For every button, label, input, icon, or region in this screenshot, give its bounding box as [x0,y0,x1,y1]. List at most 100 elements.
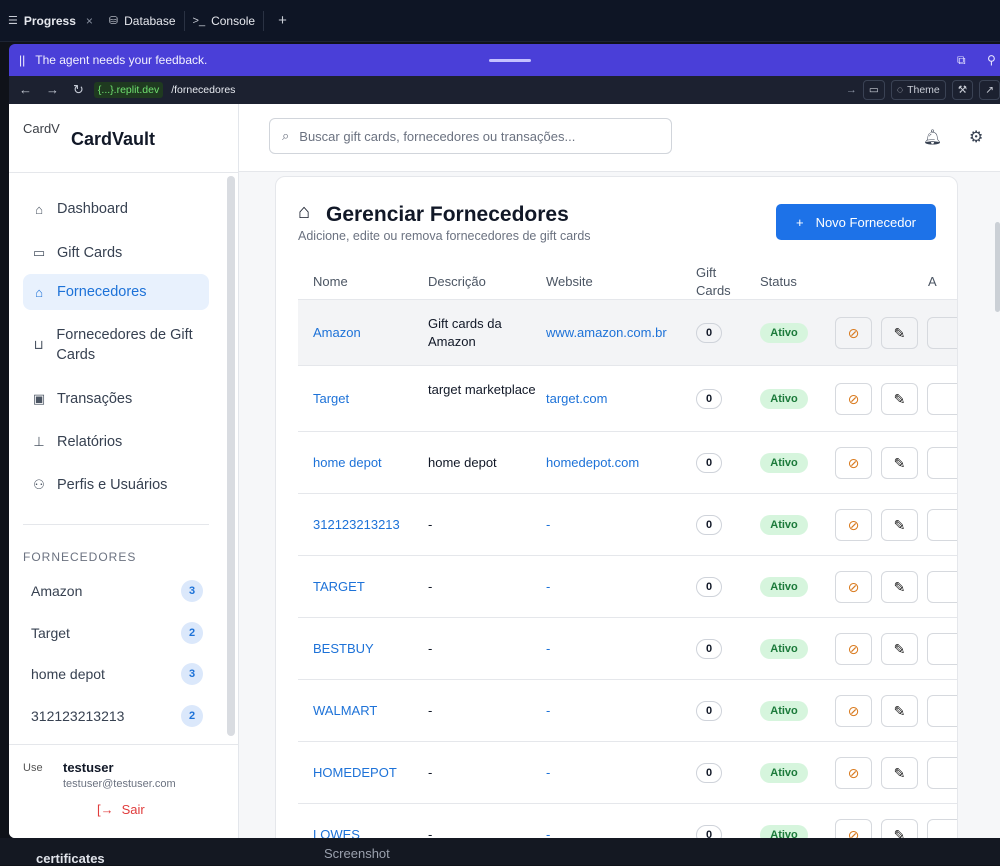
edit-button[interactable]: ✎ [881,317,918,349]
toggle-status-button[interactable]: ⊘ [835,571,872,603]
gift-card-count-badge: 0 [696,515,722,535]
edit-button[interactable]: ✎ [881,571,918,603]
sidebar-item-fornecedores-gift-cards[interactable]: ⊔ Fornecedores de Gift Cards [23,322,209,368]
delete-button[interactable] [927,819,957,838]
delete-button[interactable] [927,383,957,415]
vendor-name-link[interactable]: LOWES [313,826,360,838]
tab-console[interactable]: >_ Console [185,0,264,42]
pin-icon[interactable]: ⚲ [987,53,996,67]
back-icon[interactable]: ← [19,82,32,98]
wrench-icon[interactable]: ⚒ [951,80,974,100]
new-vendor-button[interactable]: + Novo Fornecedor [776,204,936,240]
pencil-icon: ✎ [893,826,906,839]
edit-button[interactable]: ✎ [881,383,918,415]
toggle-status-button[interactable]: ⊘ [835,447,872,479]
store-icon: ⌂ [35,284,43,300]
pencil-icon: ✎ [893,516,906,533]
vendor-website[interactable]: target.com [546,390,607,408]
vendor-name-link[interactable]: HOMEDEPOT [313,764,397,782]
console-icon: >_ [192,14,206,27]
vendor-name-link[interactable]: TARGET [313,578,365,596]
gear-icon[interactable]: ⚙ [969,127,983,147]
sidebar-item-fornecedores[interactable]: ⌂ Fornecedores [23,274,209,310]
reload-icon[interactable]: ↻ [73,82,84,98]
vendor-name-link[interactable]: WALMART [313,702,377,720]
vendor-name-link[interactable]: BESTBUY [313,640,374,658]
vendor-item-amazon[interactable]: Amazon 3 [31,580,203,602]
sidebar-item-transacoes[interactable]: ▣ Transações [23,382,209,416]
toggle-status-button[interactable]: ⊘ [835,317,872,349]
toggle-status-button[interactable]: ⊘ [835,819,872,838]
delete-button[interactable] [927,757,957,789]
toggle-status-button[interactable]: ⊘ [835,633,872,665]
main-scrollbar[interactable] [995,222,1000,312]
logout-button[interactable]: [→ Sair [97,802,145,817]
feedback-banner: || The agent needs your feedback. ⧉ ⚲ [9,44,1000,76]
vendor-description: - [428,517,433,532]
status-badge: Ativo [760,323,808,343]
pencil-icon: ✎ [893,640,906,657]
toggle-status-button[interactable]: ⊘ [835,509,872,541]
gift-card-count-badge: 0 [696,825,722,838]
bell-icon[interactable]: 🔔︎ [923,128,942,146]
sidebar-item-perfis[interactable]: ⚇ Perfis e Usuários [23,468,209,502]
vendor-item-target[interactable]: Target 2 [31,622,203,644]
sidebar-item-gift-cards[interactable]: ▭ Gift Cards [23,236,209,270]
devices-icon[interactable]: ▭ [862,80,885,100]
vendor-name: Amazon [31,583,83,599]
url-path[interactable]: /fornecedores [171,84,235,96]
edit-button[interactable]: ✎ [881,447,918,479]
toggle-status-button[interactable]: ⊘ [835,695,872,727]
vendor-name-link[interactable]: Amazon [313,324,361,342]
tab-progress[interactable]: ☰ Progress × [0,0,101,42]
vendor-website[interactable]: homedepot.com [546,454,639,472]
vendors-card: ⌂ Gerenciar Fornecedores Adicione, edite… [275,176,958,838]
edit-button[interactable]: ✎ [881,509,918,541]
sidebar-item-dashboard[interactable]: ⌂ Dashboard [23,192,209,226]
edit-button[interactable]: ✎ [881,633,918,665]
vendor-item-home-depot[interactable]: home depot 3 [31,663,203,685]
vendor-website[interactable]: www.amazon.com.br [546,324,667,342]
delete-button[interactable] [927,447,957,479]
url-domain[interactable]: {...}.replit.dev [93,82,164,98]
section-heading: FORNECEDORES [23,550,137,564]
table-row: WALMART - - 0 Ativo ⊘ ✎ [298,679,957,741]
count-badge: 3 [181,663,203,685]
sidebar-scrollbar[interactable] [227,176,235,736]
delete-button[interactable] [927,571,957,603]
vendor-name-link[interactable]: 312123213213 [313,516,400,534]
delete-button[interactable] [927,509,957,541]
toggle-status-button[interactable]: ⊘ [835,383,872,415]
users-icon: ⚇ [33,477,45,492]
forward-icon[interactable]: → [46,82,59,98]
vendor-item-312123213213[interactable]: 312123213213 2 [31,705,203,727]
gift-card-count-badge: 0 [696,577,722,597]
search-input[interactable]: ⌕ Buscar gift cards, fornecedores ou tra… [269,118,672,154]
plus-icon: + [795,214,804,230]
avatar[interactable]: Use [23,762,53,788]
popout-icon[interactable]: ⧉ [957,53,966,68]
progress-icon: ☰ [8,15,18,27]
tab-database[interactable]: ⛁ Database [101,0,184,42]
sidebar-item-label: Perfis e Usuários [57,477,168,493]
edit-button[interactable]: ✎ [881,819,918,838]
vendor-name-link[interactable]: Target [313,390,349,408]
logo[interactable]: CardV CardVault [23,120,155,158]
delete-button[interactable] [927,633,957,665]
background-text: certificates [36,851,105,866]
toggle-status-button[interactable]: ⊘ [835,757,872,789]
vendor-website: - [546,827,551,838]
delete-button[interactable] [927,317,957,349]
theme-label: Theme [907,84,940,96]
theme-button[interactable]: ◌ Theme [890,80,946,100]
add-tab-button[interactable]: + [264,12,301,29]
sidebar-item-relatorios[interactable]: ⊥ Relatórios [23,425,209,459]
edit-button[interactable]: ✎ [881,695,918,727]
edit-button[interactable]: ✎ [881,757,918,789]
go-icon[interactable]: → [846,84,857,96]
vendor-name-link[interactable]: home depot [313,454,382,472]
close-icon[interactable]: × [86,14,93,28]
drag-handle[interactable] [489,59,531,62]
external-link-icon[interactable]: ↗ [979,80,1000,100]
delete-button[interactable] [927,695,957,727]
